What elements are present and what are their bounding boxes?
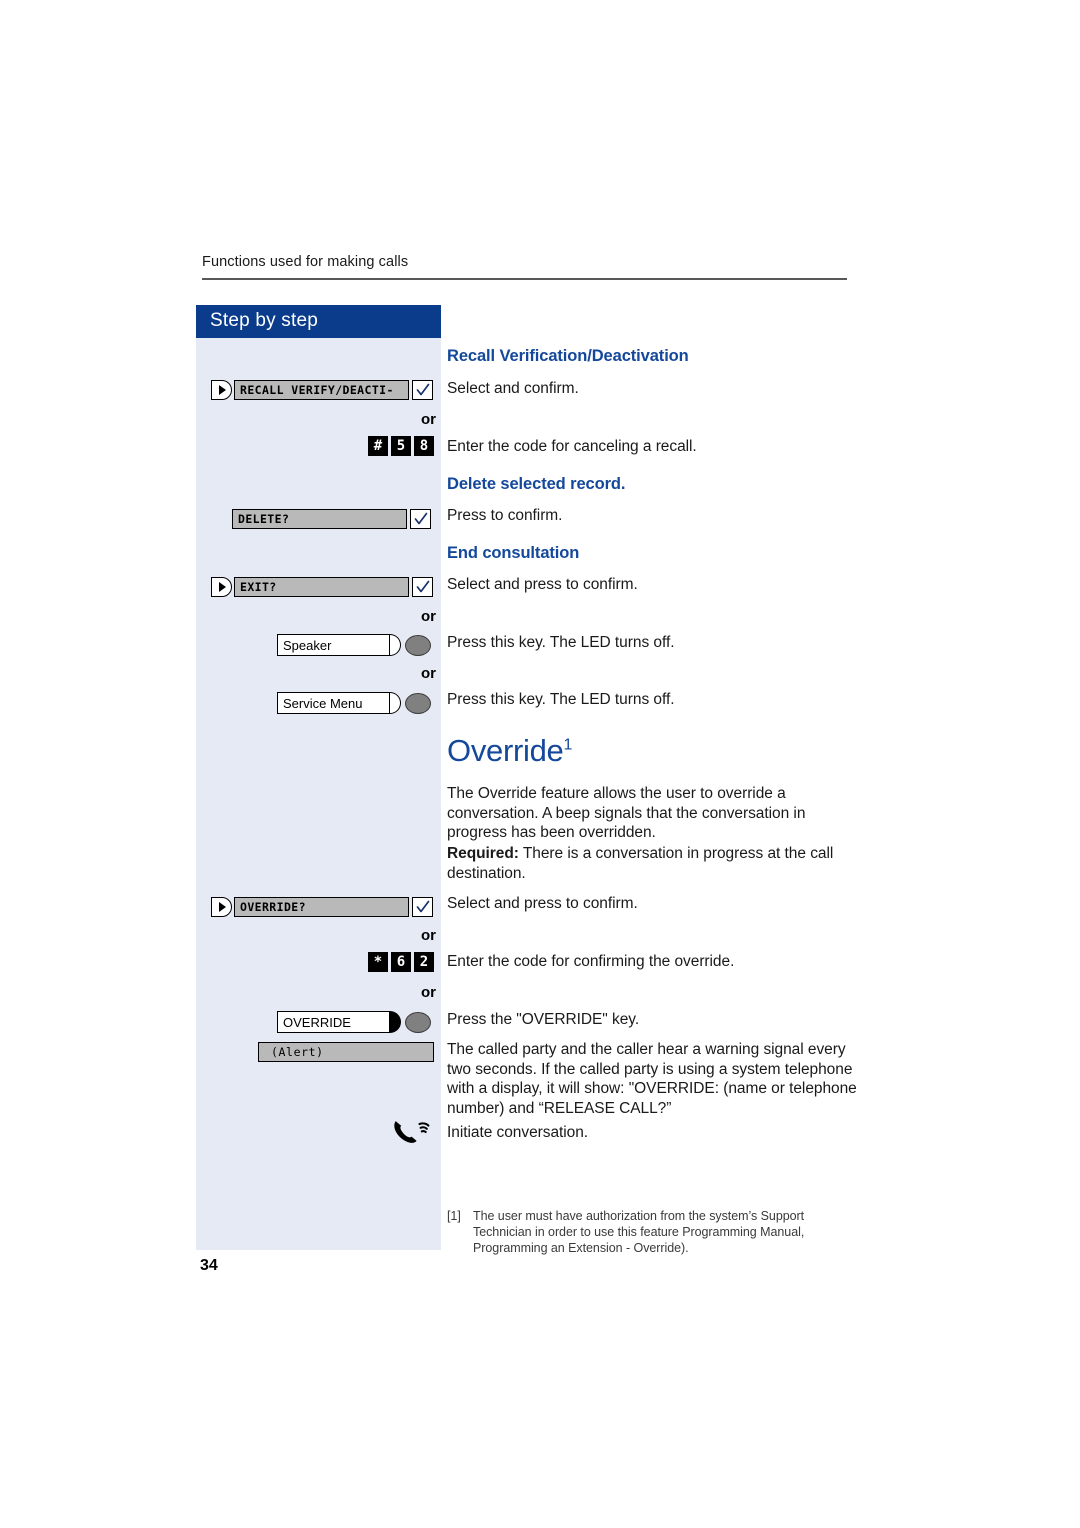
- page-title-override: Override1: [447, 733, 572, 769]
- or-connector-2: or: [421, 608, 436, 625]
- key-led-indicator: [405, 1011, 431, 1033]
- paragraph-required: Required: There is a conversation in pro…: [447, 844, 859, 883]
- keycap-star[interactable]: *: [368, 952, 388, 972]
- display-text-alert: (Alert): [258, 1042, 434, 1062]
- footnote-text: The user must have authorization from th…: [473, 1209, 805, 1255]
- page-title-text: Override: [447, 733, 564, 768]
- or-connector-5: or: [421, 984, 436, 1001]
- running-header: Functions used for making calls: [202, 254, 409, 270]
- heading-delete-selected-record: Delete selected record.: [447, 475, 626, 493]
- or-connector-1: or: [421, 411, 436, 428]
- keycap-5[interactable]: 5: [391, 436, 411, 456]
- display-alert: (Alert): [258, 1041, 434, 1063]
- text-press-override-key: Press the "OVERRIDE" key.: [447, 1011, 640, 1028]
- nav-right-arrow-icon: [211, 577, 232, 597]
- display-text-recall: RECALL VERIFY/DEACTI-: [234, 380, 409, 400]
- key-led-indicator: [405, 692, 431, 714]
- paragraph-override-description: The Override feature allows the user to …: [447, 785, 806, 841]
- footnote-ref: 1: [563, 736, 573, 754]
- function-key-service-menu-label: Service Menu: [277, 692, 390, 714]
- footnote: [1] The user must have authorization fro…: [447, 1208, 851, 1256]
- text-enter-code-override: Enter the code for confirming the overri…: [447, 953, 735, 970]
- key-tab-icon: [390, 634, 401, 656]
- text-press-to-confirm: Press to confirm.: [447, 507, 563, 524]
- keycap-hash[interactable]: #: [368, 436, 388, 456]
- footnote-marker: [1]: [447, 1209, 461, 1223]
- function-key-speaker-label: Speaker: [277, 634, 390, 656]
- text-select-and-confirm: Select and confirm.: [447, 380, 579, 397]
- function-key-speaker[interactable]: Speaker: [277, 633, 431, 657]
- text-initiate-conversation: Initiate conversation.: [447, 1124, 589, 1141]
- display-text-override: OVERRIDE?: [234, 897, 409, 917]
- required-label: Required:: [447, 845, 519, 862]
- text-select-press-confirm-1: Select and press to confirm.: [447, 576, 638, 593]
- text-press-key-led-off-1: Press this key. The LED turns off.: [447, 634, 675, 651]
- paragraph-alert-description: The called party and the caller hear a w…: [447, 1041, 857, 1117]
- text-select-press-confirm-2: Select and press to confirm.: [447, 895, 638, 912]
- keycap-2[interactable]: 2: [414, 952, 434, 972]
- header-rule: [202, 278, 847, 280]
- function-key-override-label: OVERRIDE: [277, 1011, 390, 1033]
- key-tab-icon: [390, 692, 401, 714]
- handset-ringing-icon: [392, 1118, 436, 1153]
- keycap-6[interactable]: 6: [391, 952, 411, 972]
- confirm-checkmark-icon[interactable]: [412, 897, 433, 917]
- sidebar-title: Step by step: [210, 310, 319, 331]
- or-connector-4: or: [421, 927, 436, 944]
- function-key-override[interactable]: OVERRIDE: [277, 1010, 431, 1034]
- menu-option-delete[interactable]: DELETE?: [232, 508, 431, 530]
- menu-option-recall-verify-deactivate[interactable]: RECALL VERIFY/DEACTI-: [211, 379, 433, 401]
- nav-right-arrow-icon: [211, 380, 232, 400]
- or-connector-3: or: [421, 665, 436, 682]
- keypad-code-recall-cancel: # 5 8: [368, 436, 434, 456]
- key-led-indicator: [405, 634, 431, 656]
- key-tab-icon: [390, 1011, 401, 1033]
- text-enter-code-recall: Enter the code for canceling a recall.: [447, 438, 697, 455]
- menu-option-exit[interactable]: EXIT?: [211, 576, 433, 598]
- confirm-checkmark-icon[interactable]: [412, 577, 433, 597]
- nav-right-arrow-icon: [211, 897, 232, 917]
- page-number: 34: [200, 1257, 218, 1274]
- confirm-checkmark-icon[interactable]: [410, 509, 431, 529]
- keycap-8[interactable]: 8: [414, 436, 434, 456]
- text-press-key-led-off-2: Press this key. The LED turns off.: [447, 691, 675, 708]
- display-text-delete: DELETE?: [232, 509, 407, 529]
- confirm-checkmark-icon[interactable]: [412, 380, 433, 400]
- sidebar-header-bar: Step by step: [196, 305, 441, 338]
- document-page: Functions used for making calls Step by …: [0, 0, 1080, 1528]
- display-text-exit: EXIT?: [234, 577, 409, 597]
- menu-option-override[interactable]: OVERRIDE?: [211, 896, 433, 918]
- heading-end-consultation: End consultation: [447, 544, 580, 562]
- function-key-service-menu[interactable]: Service Menu: [277, 691, 431, 715]
- keypad-code-override: * 6 2: [368, 952, 434, 972]
- heading-recall-verification: Recall Verification/Deactivation: [447, 347, 689, 365]
